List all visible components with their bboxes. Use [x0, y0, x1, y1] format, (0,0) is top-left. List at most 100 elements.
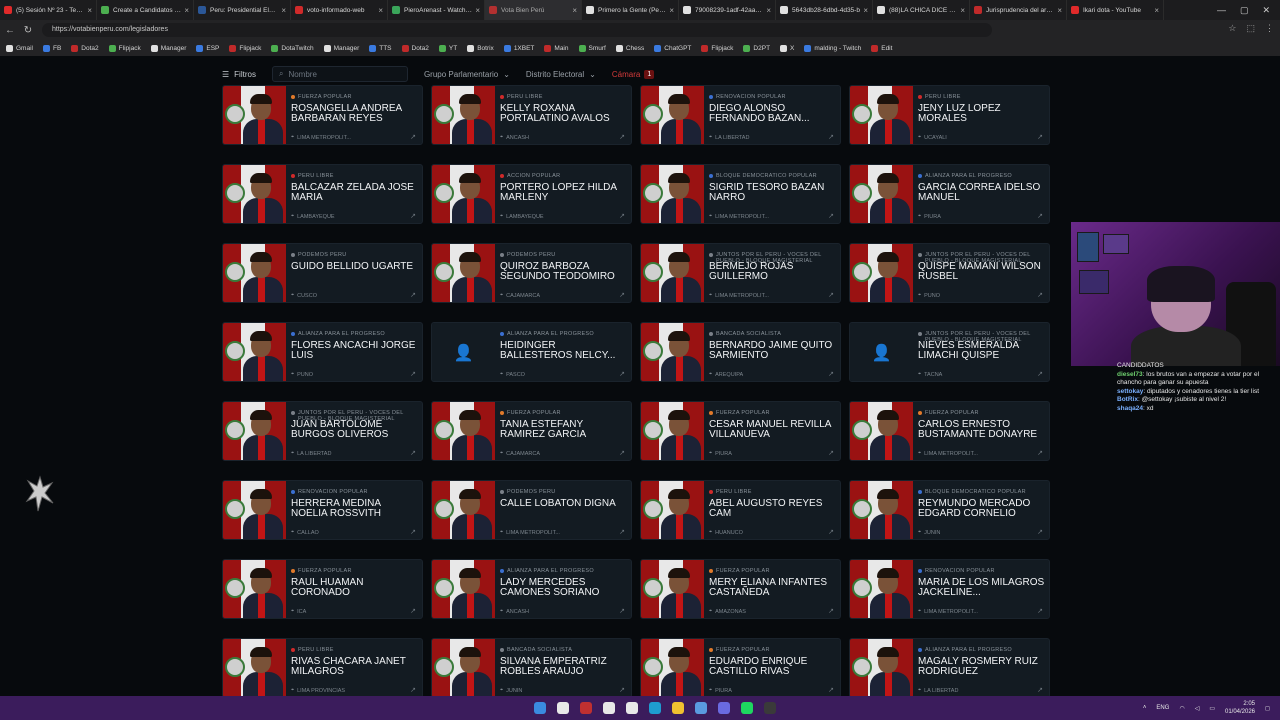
legislator-card[interactable]: PERU LIBRE RIVAS CHACARA JANET MILAGROS ⌖ L…: [222, 638, 423, 696]
open-arrow-icon[interactable]: ↗: [619, 449, 625, 457]
reload-icon[interactable]: ↻: [20, 25, 36, 36]
browser-tab[interactable]: Primero la Gente (Perú) - ×: [582, 0, 679, 20]
open-arrow-icon[interactable]: ↗: [828, 686, 834, 694]
open-arrow-icon[interactable]: ↗: [410, 291, 416, 299]
close-window-icon[interactable]: ✕: [1262, 5, 1270, 16]
bookmark-item[interactable]: Dota2: [401, 44, 429, 52]
bookmark-item[interactable]: Manager: [150, 44, 186, 52]
taskbar-app-icon[interactable]: [695, 702, 707, 714]
legislator-card[interactable]: ALIANZA PARA EL PROGRESO LADY MERCEDES CA…: [431, 559, 632, 619]
star-icon[interactable]: ☆: [1228, 23, 1236, 34]
legislator-card[interactable]: PODEMOS PERU CALLE LOBATON DIGNA ⌖ LIMA MET…: [431, 480, 632, 540]
battery-icon[interactable]: ▭: [1209, 705, 1215, 712]
bookmark-item[interactable]: FB: [42, 44, 61, 52]
bookmark-item[interactable]: Flipjack: [108, 44, 141, 52]
legislator-card[interactable]: RENOVACION POPULAR DIEGO ALONSO FERNANDO …: [640, 85, 841, 145]
open-arrow-icon[interactable]: ↗: [1037, 212, 1043, 220]
browser-tab[interactable]: Peru: Presidential Electio ×: [194, 0, 291, 20]
bookmark-item[interactable]: DotaTwitch: [271, 44, 314, 52]
open-arrow-icon[interactable]: ↗: [619, 370, 625, 378]
browser-tab[interactable]: Jurisprudencia del artícul ×: [970, 0, 1067, 20]
legislator-card[interactable]: FUERZA POPULAR TANIA ESTEFANY RAMIREZ GAR…: [431, 401, 632, 461]
electoral-district-dropdown[interactable]: Distrito Electoral ⌄: [526, 70, 596, 79]
open-arrow-icon[interactable]: ↗: [410, 607, 416, 615]
open-arrow-icon[interactable]: ↗: [619, 607, 625, 615]
legislator-card[interactable]: 👤 ALIANZA PARA EL PROGRESO HEIDINGER BALLE…: [431, 322, 632, 382]
open-arrow-icon[interactable]: ↗: [410, 686, 416, 694]
parliamentary-group-dropdown[interactable]: Grupo Parlamentario ⌄: [424, 70, 510, 79]
open-arrow-icon[interactable]: ↗: [619, 133, 625, 141]
open-arrow-icon[interactable]: ↗: [1037, 370, 1043, 378]
close-tab-icon[interactable]: ×: [1154, 6, 1159, 15]
open-arrow-icon[interactable]: ↗: [828, 133, 834, 141]
legislator-card[interactable]: FUERZA POPULAR CARLOS ERNESTO BUSTAMANTE …: [849, 401, 1050, 461]
close-tab-icon[interactable]: ×: [669, 6, 674, 15]
close-tab-icon[interactable]: ×: [87, 6, 92, 15]
legislator-card[interactable]: ALIANZA PARA EL PROGRESO FLORES ANCACHI J…: [222, 322, 423, 382]
language-indicator[interactable]: ENG: [1156, 705, 1169, 711]
browser-tab[interactable]: (88)LA CHICA DICE QUE ×: [873, 0, 970, 20]
volume-icon[interactable]: ◁: [1195, 705, 1200, 712]
chamber-filter[interactable]: Cámara 1: [612, 69, 655, 79]
bookmark-item[interactable]: Smurf: [578, 44, 606, 52]
legislator-card[interactable]: ALIANZA PARA EL PROGRESO MAGALY ROSMERY R…: [849, 638, 1050, 696]
open-arrow-icon[interactable]: ↗: [828, 528, 834, 536]
bookmark-item[interactable]: malding - Twitch: [804, 44, 861, 52]
legislator-card[interactable]: RENOVACION POPULAR HERRERA MEDINA NOELIA …: [222, 480, 423, 540]
taskbar-app-icon[interactable]: [557, 702, 569, 714]
bookmark-item[interactable]: Flipjack: [229, 44, 261, 52]
bookmark-item[interactable]: ESP: [196, 44, 219, 52]
bookmark-item[interactable]: Manager: [323, 44, 359, 52]
legislator-card[interactable]: ALIANZA PARA EL PROGRESO GARCIA CORREA ID…: [849, 164, 1050, 224]
open-arrow-icon[interactable]: ↗: [1037, 528, 1043, 536]
legislator-card[interactable]: JUNTOS POR EL PERU - VOCES DEL PUEBLO - …: [640, 243, 841, 303]
legislator-card[interactable]: FUERZA POPULAR MERY ELIANA INFANTES CASTA…: [640, 559, 841, 619]
legislator-card[interactable]: PERU LIBRE BALCAZAR ZELADA JOSE MARIA ⌖ LAM…: [222, 164, 423, 224]
close-tab-icon[interactable]: ×: [960, 6, 965, 15]
open-arrow-icon[interactable]: ↗: [410, 212, 416, 220]
legislator-card[interactable]: ACCION POPULAR PORTERO LOPEZ HILDA MARLEN…: [431, 164, 632, 224]
close-tab-icon[interactable]: ×: [863, 6, 868, 15]
open-arrow-icon[interactable]: ↗: [1037, 686, 1043, 694]
maximize-icon[interactable]: ▢: [1240, 5, 1249, 16]
open-arrow-icon[interactable]: ↗: [410, 133, 416, 141]
bookmark-item[interactable]: TTS: [369, 44, 392, 52]
browser-tab[interactable]: Vota Bien Perú ×: [485, 0, 582, 20]
close-tab-icon[interactable]: ×: [475, 6, 480, 15]
bookmark-item[interactable]: X: [780, 44, 794, 52]
open-arrow-icon[interactable]: ↗: [619, 291, 625, 299]
open-arrow-icon[interactable]: ↗: [828, 291, 834, 299]
open-arrow-icon[interactable]: ↗: [619, 212, 625, 220]
browser-tab[interactable]: voto-informado-web ×: [291, 0, 388, 20]
taskbar-app-icon[interactable]: [718, 702, 730, 714]
browser-tab[interactable]: Create a Candidatos Per...×: [97, 0, 194, 20]
open-arrow-icon[interactable]: ↗: [1037, 607, 1043, 615]
close-tab-icon[interactable]: ×: [378, 6, 383, 15]
bookmark-item[interactable]: D2PT: [743, 44, 770, 52]
bookmark-item[interactable]: YT: [438, 44, 457, 52]
wifi-icon[interactable]: ◠: [1179, 705, 1184, 712]
open-arrow-icon[interactable]: ↗: [1037, 291, 1043, 299]
browser-tab[interactable]: PieroArenast - Watch the ×: [388, 0, 485, 20]
legislator-card[interactable]: PODEMOS PERU GUIDO BELLIDO UGARTE ⌖ CUSCO ↗: [222, 243, 423, 303]
open-arrow-icon[interactable]: ↗: [828, 449, 834, 457]
back-icon[interactable]: ←: [2, 25, 18, 36]
close-tab-icon[interactable]: ×: [766, 6, 771, 15]
notifications-icon[interactable]: ◻: [1265, 705, 1270, 712]
open-arrow-icon[interactable]: ↗: [619, 686, 625, 694]
url-field[interactable]: https://votabienperu.com/legisladores: [42, 23, 992, 37]
legislator-card[interactable]: FUERZA POPULAR CESAR MANUEL REVILLA VILLA…: [640, 401, 841, 461]
open-arrow-icon[interactable]: ↗: [1037, 133, 1043, 141]
legislator-card[interactable]: JUNTOS POR EL PERU - VOCES DEL PUEBLO - …: [849, 243, 1050, 303]
open-arrow-icon[interactable]: ↗: [828, 370, 834, 378]
browser-tab[interactable]: 79008239-1adf-42aa-aa6 ×: [679, 0, 776, 20]
taskbar-app-icon[interactable]: [741, 702, 753, 714]
bookmark-item[interactable]: Chess: [615, 44, 644, 52]
taskbar-app-icon[interactable]: [603, 702, 615, 714]
bookmark-item[interactable]: Dota2: [71, 44, 99, 52]
legislator-card[interactable]: BLOQUE DEMOCRATICO POPULAR SIGRID TESORO …: [640, 164, 841, 224]
close-tab-icon[interactable]: ×: [184, 6, 189, 15]
taskbar-app-icon[interactable]: [580, 702, 592, 714]
legislator-card[interactable]: 👤 JUNTOS POR EL PERU - VOCES DEL PUEBLO -…: [849, 322, 1050, 382]
browser-tab[interactable]: (5) Sesión Nº 23 - Testimo ×: [0, 0, 97, 20]
